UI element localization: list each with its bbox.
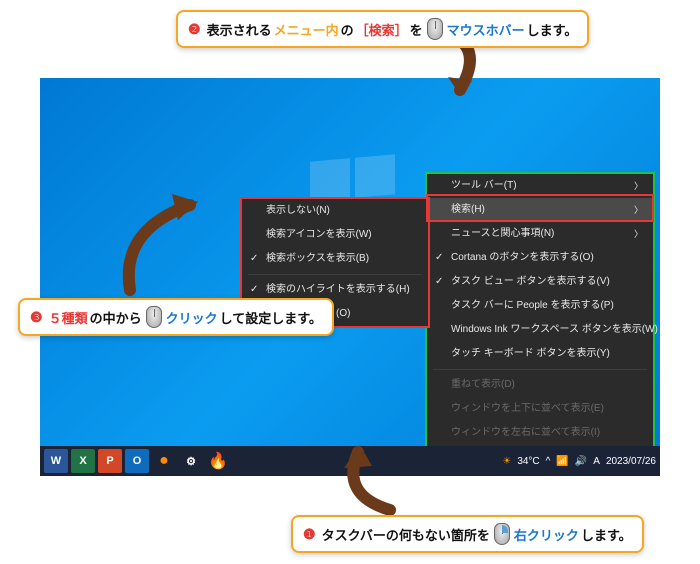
menu-item-stack-v: ウィンドウを上下に並べて表示(E) <box>427 397 653 421</box>
outlook-icon[interactable]: O <box>125 449 149 473</box>
mouse-right-click-icon <box>494 523 510 545</box>
powerpoint-icon[interactable]: P <box>98 449 122 473</box>
network-icon[interactable]: 📶 <box>556 456 568 467</box>
taskbar[interactable]: W X P O ● ⚙ 🔥 ☀ 34°C ^ 📶 🔊 A 2023/07/26 <box>40 446 660 476</box>
checkmark-icon: ✓ <box>435 251 443 265</box>
menu-item-cascade: 重ねて表示(D) <box>427 373 653 397</box>
taskbar-apps: W X P O ● ⚙ 🔥 <box>44 449 230 473</box>
menu-separator <box>248 274 422 275</box>
checkmark-icon: ✓ <box>250 283 258 297</box>
menu-item-cortana[interactable]: ✓Cortana のボタンを表示する(O) <box>427 246 653 270</box>
chevron-right-icon: 〉 <box>634 180 643 193</box>
checkmark-icon: ✓ <box>435 275 443 289</box>
submenu-item-box[interactable]: ✓検索ボックスを表示(B) <box>242 247 428 271</box>
step-number-1: ❶ <box>303 526 316 543</box>
desktop-screenshot: ツール バー(T)〉 検索(H)〉 ニュースと関心事項(N)〉 ✓Cortana… <box>40 78 660 476</box>
menu-item-news[interactable]: ニュースと関心事項(N)〉 <box>427 222 653 246</box>
menu-item-toolbars[interactable]: ツール バー(T)〉 <box>427 174 653 198</box>
settings-icon[interactable]: ⚙ <box>179 449 203 473</box>
temperature[interactable]: 34°C <box>517 456 539 467</box>
menu-separator <box>433 369 647 370</box>
ime-icon[interactable]: A <box>593 456 600 467</box>
chevron-right-icon: 〉 <box>634 228 643 241</box>
menu-item-people[interactable]: タスク バーに People を表示する(P) <box>427 294 653 318</box>
step-number-2: ❷ <box>188 21 201 38</box>
taskbar-context-menu: ツール バー(T)〉 検索(H)〉 ニュースと関心事項(N)〉 ✓Cortana… <box>425 172 655 476</box>
menu-item-taskview[interactable]: ✓タスク ビュー ボタンを表示する(V) <box>427 270 653 294</box>
menu-item-search[interactable]: 検索(H)〉 <box>427 198 653 222</box>
volume-icon[interactable]: 🔊 <box>575 456 587 467</box>
callout-step-2: ❷ 表示される メニュー内 の ［検索］ を マウスホバー します。 <box>176 10 589 48</box>
checkmark-icon: ✓ <box>250 252 258 266</box>
weather-icon[interactable]: ☀ <box>502 456 511 467</box>
excel-icon[interactable]: X <box>71 449 95 473</box>
chevron-right-icon: 〉 <box>634 204 643 217</box>
firefox-icon[interactable]: ● <box>152 449 176 473</box>
submenu-item-none[interactable]: 表示しない(N) <box>242 199 428 223</box>
taskbar-tray: ☀ 34°C ^ 📶 🔊 A 2023/07/26 <box>502 456 656 467</box>
callout-step-3: ❸ ５種類 の中から クリック して設定します。 <box>18 298 334 336</box>
mouse-icon <box>146 306 162 328</box>
tray-chevron-icon[interactable]: ^ <box>546 456 551 467</box>
word-icon[interactable]: W <box>44 449 68 473</box>
submenu-item-icon[interactable]: 検索アイコンを表示(W) <box>242 223 428 247</box>
mouse-icon <box>427 18 443 40</box>
menu-item-stack-h: ウィンドウを左右に並べて表示(I) <box>427 421 653 445</box>
callout-step-1: ❶ タスクバーの何もない箇所を 右クリック します。 <box>291 515 644 553</box>
menu-item-ink[interactable]: Windows Ink ワークスペース ボタンを表示(W) <box>427 318 653 342</box>
app-icon[interactable]: 🔥 <box>206 449 230 473</box>
menu-item-touch-keyboard[interactable]: タッチ キーボード ボタンを表示(Y) <box>427 342 653 366</box>
clock-date[interactable]: 2023/07/26 <box>606 456 656 467</box>
step-number-3: ❸ <box>30 309 43 326</box>
